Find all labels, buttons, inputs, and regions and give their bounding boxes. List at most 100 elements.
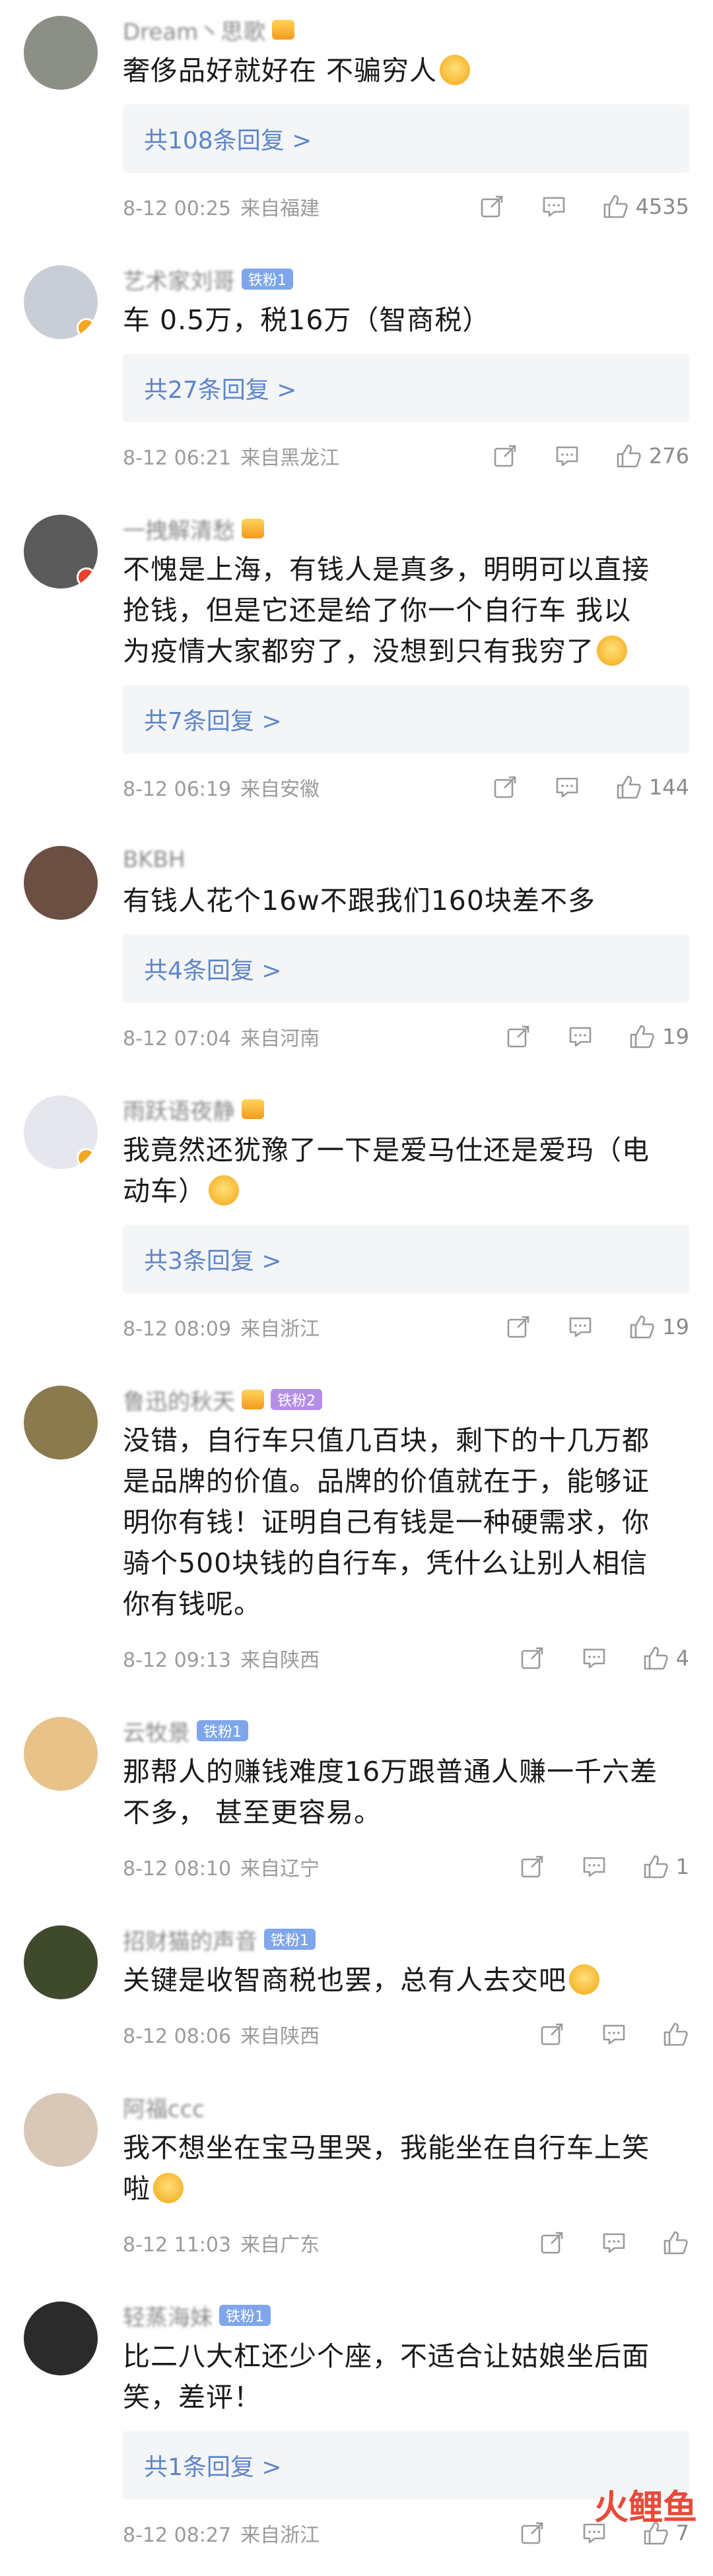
comment-icon[interactable] (581, 1645, 607, 1671)
like-icon (616, 443, 642, 469)
view-replies-button[interactable]: 共27条回复 > (123, 354, 689, 422)
crown-icon (242, 1099, 264, 1119)
comment-item: 阿福ccc 我不想坐在宝马里哭，我能坐在自行车上笑啦 8-12 11:03 来自广东 (0, 2077, 713, 2286)
comment-location: 来自浙江 (240, 2524, 320, 2547)
comment-icon[interactable] (567, 1023, 594, 1050)
like-button[interactable]: 19 (629, 1023, 689, 1050)
comment-location: 来自安徽 (240, 778, 320, 801)
comment-line: 有钱人花个16w不跟我们160块差不多 (123, 885, 595, 917)
fan-badge: 铁粉1 (219, 2305, 271, 2326)
comment-text: 奢侈品好就好在 不骗穷人 (123, 50, 689, 91)
comment-icon[interactable] (601, 2230, 627, 2256)
share-icon[interactable] (492, 443, 518, 469)
comment-date: 8-12 00:25 (123, 197, 232, 220)
comment-date: 8-12 11:03 (123, 2234, 232, 2257)
avatar[interactable] (24, 846, 98, 920)
username[interactable]: 一拽解清愁 (123, 513, 235, 545)
share-icon[interactable] (519, 1645, 545, 1671)
comment-location: 来自河南 (240, 1027, 320, 1050)
share-icon[interactable] (479, 193, 505, 220)
comment-date: 8-12 09:13 (123, 1649, 232, 1672)
username[interactable]: BKBH (123, 847, 186, 873)
avatar[interactable] (24, 515, 98, 589)
view-replies-button[interactable]: 共7条回复 > (123, 685, 689, 754)
like-count: 19 (662, 1314, 689, 1339)
like-button[interactable]: 1 (643, 1853, 689, 1880)
fan-badge: 铁粉1 (242, 269, 293, 290)
comment-item: 雨跃语夜静 我竟然还犹豫了一下是爱马仕还是爱玛（电 动车） 共3条回复 > 8-12 0… (0, 1079, 713, 1370)
username[interactable]: 云牧景 (123, 1715, 190, 1747)
avatar[interactable] (24, 1095, 98, 1169)
fan-badge: 铁粉1 (197, 1720, 248, 1741)
comment-icon[interactable] (554, 443, 580, 469)
share-icon[interactable] (519, 1853, 545, 1880)
avatar[interactable] (24, 265, 98, 339)
avatar[interactable] (24, 2093, 98, 2167)
like-button[interactable]: 4535 (603, 193, 689, 220)
comment-date: 8-12 08:10 (123, 1857, 232, 1881)
like-button[interactable]: 19 (629, 1314, 689, 1340)
username[interactable]: 轻蒸海妹 (123, 2300, 213, 2332)
comment-item: BKBH 有钱人花个16w不跟我们160块差不多 共4条回复 > 8-12 07:04… (0, 830, 713, 1079)
username[interactable]: Dream丶思歌 (123, 14, 265, 46)
username[interactable]: 招财猫的声音 (123, 1923, 257, 1956)
like-icon (663, 2021, 689, 2047)
share-icon[interactable] (505, 1314, 531, 1340)
like-button[interactable]: 276 (616, 443, 689, 469)
like-button[interactable]: 4 (643, 1645, 689, 1671)
share-icon[interactable] (492, 774, 518, 800)
username[interactable]: 艺术家刘哥 (123, 263, 235, 296)
emoji-icon (440, 55, 471, 85)
like-button[interactable]: 144 (616, 774, 689, 800)
like-icon (663, 2230, 689, 2256)
comment-line: 不愧是上海，有钱人是真多，明明可以直接 (123, 554, 650, 585)
like-count: 19 (662, 1024, 689, 1049)
comment-icon[interactable] (581, 1853, 607, 1880)
fan-badge: 铁粉2 (271, 1389, 322, 1410)
verified-badge-icon (77, 567, 96, 587)
emoji-icon (597, 635, 627, 666)
comment-icon[interactable] (541, 193, 567, 220)
comment-icon[interactable] (554, 774, 580, 800)
comment-line: 奢侈品好就好在 不骗穷人 (123, 50, 689, 91)
comment-text: 没错，自行车只值几百块，剩下的十几万都 是品牌的价值。品牌的价值就在于，能够证 明你… (123, 1420, 689, 1625)
comment-text: 有钱人花个16w不跟我们160块差不多 (123, 880, 689, 921)
avatar[interactable] (24, 1386, 98, 1460)
comment-line: 关键是收智商税也罢，总有人去交吧 (123, 1960, 689, 2001)
comment-line: 明你有钱！证明自己有钱是一种硬需求，你 (123, 1506, 650, 1538)
comment-line: 没错，自行车只值几百块，剩下的十几万都 (123, 1425, 650, 1456)
share-icon[interactable] (519, 2520, 545, 2546)
comment-location: 来自浙江 (240, 1318, 320, 1341)
comment-location: 来自辽宁 (240, 1857, 320, 1881)
like-button[interactable] (663, 2230, 689, 2256)
avatar[interactable] (24, 16, 98, 90)
like-icon (643, 1853, 669, 1880)
avatar[interactable] (24, 1717, 98, 1791)
like-count: 276 (648, 443, 689, 468)
comment-location: 来自广东 (240, 2234, 320, 2257)
comment-line: 车 0.5万，税16万（智商税） (123, 304, 491, 336)
share-icon[interactable] (539, 2021, 565, 2047)
comment-text: 车 0.5万，税16万（智商税） (123, 300, 689, 340)
comment-line: 你有钱呢。 (123, 1588, 261, 1620)
username[interactable]: 雨跃语夜静 (123, 1093, 235, 1126)
share-icon[interactable] (539, 2230, 565, 2256)
like-button[interactable] (663, 2021, 689, 2047)
verified-badge-icon (77, 1148, 96, 1168)
avatar[interactable] (24, 1925, 98, 1999)
comment-icon[interactable] (567, 1314, 594, 1340)
view-replies-button[interactable]: 共108条回复 > (123, 104, 689, 173)
crown-icon (242, 519, 264, 538)
comment-date: 8-12 06:21 (123, 447, 232, 470)
comment-location: 来自陕西 (240, 2025, 320, 2048)
comment-list: Dream丶思歌奢侈品好就好在 不骗穷人共108条回复 > 8-12 00:25 来… (0, 0, 713, 2576)
avatar[interactable] (24, 2302, 98, 2375)
view-replies-button[interactable]: 共3条回复 > (123, 1225, 689, 1293)
view-replies-button[interactable]: 共4条回复 > (123, 934, 689, 1003)
comment-location: 来自福建 (240, 197, 320, 220)
comment-icon[interactable] (601, 2021, 627, 2047)
username[interactable]: 鲁迅的秋天 (123, 1384, 235, 1416)
share-icon[interactable] (505, 1023, 531, 1050)
comment-item: Dream丶思歌奢侈品好就好在 不骗穷人共108条回复 > 8-12 00:25 来… (0, 0, 713, 249)
username[interactable]: 阿福ccc (123, 2091, 205, 2123)
